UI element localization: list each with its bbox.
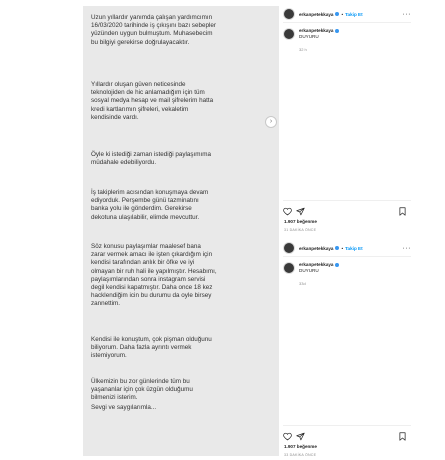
heart-icon[interactable] xyxy=(283,207,292,216)
post-paragraph: Ülkemizin bu zor günlerinde tüm bu yaşan… xyxy=(91,378,193,402)
divider xyxy=(283,256,411,257)
like-count[interactable]: 1.907 beğenme xyxy=(284,219,317,224)
action-bar-bottom xyxy=(283,430,411,442)
post-paragraph: Uzun yıllardır yanımda çalışan yardımcım… xyxy=(91,14,216,46)
separator-dot: • xyxy=(341,11,344,17)
post-header: erkanpetekkaya • Takip Et ··· xyxy=(283,6,411,22)
post-paragraph: Öyle ki istediği zaman istediği paylaşım… xyxy=(91,151,212,167)
caption-time: 32 h xyxy=(299,47,307,52)
verified-badge-icon xyxy=(335,246,340,250)
post-paragraph: Yıllardır oluşan güven neticesinde tekno… xyxy=(91,81,214,121)
more-options-icon[interactable]: ··· xyxy=(403,245,412,252)
caption: erkanpetekkaya DUYURU 32 h xyxy=(283,28,411,52)
verified-badge-icon xyxy=(335,262,340,267)
post-date: 31 DAKİKA ÖNCE xyxy=(284,228,317,232)
caption-text: DUYURU xyxy=(299,34,319,39)
separator-dot: • xyxy=(341,245,344,251)
post-panel-top: erkanpetekkaya • Takip Et ··· erkanpetek… xyxy=(283,6,411,52)
username[interactable]: erkanpetekkaya xyxy=(299,12,333,17)
action-bar-top xyxy=(283,205,411,217)
bookmark-icon[interactable] xyxy=(398,431,407,441)
divider xyxy=(283,425,411,426)
follow-button[interactable]: Takip Et xyxy=(345,246,363,251)
post-image: Uzun yıllardır yanımda çalışan yardımcım… xyxy=(83,6,279,456)
heart-icon[interactable] xyxy=(283,432,292,441)
caption-username[interactable]: erkanpetekkaya xyxy=(299,28,333,33)
next-slide-icon[interactable]: › xyxy=(265,116,277,128)
caption-text: DUYURU xyxy=(299,268,319,273)
post-paragraph: Kendisi ile konuştum, çok pişman olduğun… xyxy=(91,336,212,360)
verified-badge-icon xyxy=(335,28,340,33)
follow-button[interactable]: Takip Et xyxy=(345,12,363,17)
share-icon[interactable] xyxy=(296,207,305,216)
bookmark-icon[interactable] xyxy=(398,206,407,216)
avatar[interactable] xyxy=(283,8,295,20)
avatar[interactable] xyxy=(283,242,295,254)
caption-time: 33d xyxy=(299,281,306,286)
verified-badge-icon xyxy=(335,12,340,16)
post-date: 33 DAKİKA ÖNCE xyxy=(284,453,317,457)
divider xyxy=(283,200,411,201)
post-paragraph: İş takiplerim acısından konuşmaya devam … xyxy=(91,189,209,221)
avatar[interactable] xyxy=(283,262,295,274)
like-count[interactable]: 1.907 beğenme xyxy=(284,444,317,449)
caption: erkanpetekkaya DUYURU 33d xyxy=(283,262,411,286)
more-options-icon[interactable]: ··· xyxy=(403,11,412,18)
divider xyxy=(283,22,411,23)
post-paragraph: Sevgi ve saygılarımla... xyxy=(91,404,157,411)
post-paragraph: Söz konusu paylaşımlar maalesef bana zar… xyxy=(91,243,217,308)
post-panel-bottom: erkanpetekkaya • Takip Et ··· erkanpetek… xyxy=(283,240,411,286)
caption-username[interactable]: erkanpetekkaya xyxy=(299,262,333,267)
share-icon[interactable] xyxy=(296,432,305,441)
post-header: erkanpetekkaya • Takip Et ··· xyxy=(283,240,411,256)
avatar[interactable] xyxy=(283,28,295,40)
username[interactable]: erkanpetekkaya xyxy=(299,246,333,251)
